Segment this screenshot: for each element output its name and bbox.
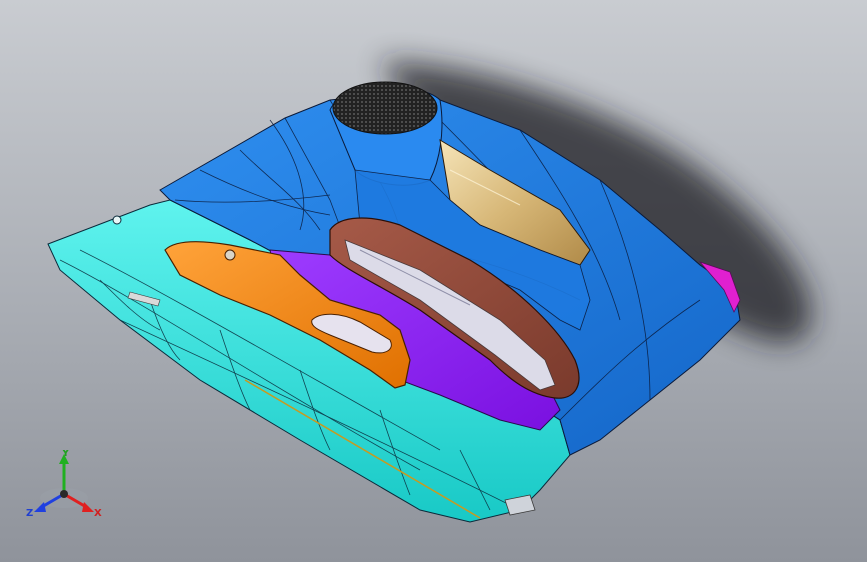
3d-viewport[interactable]: Y X Z (0, 0, 867, 562)
x-axis-label: X (94, 508, 102, 519)
cad-model-view[interactable] (0, 0, 867, 562)
y-axis-label: Y (61, 450, 70, 459)
orientation-triad[interactable]: Y X Z (26, 450, 106, 524)
fastener-hole (224, 249, 236, 261)
z-axis-label: Z (26, 508, 33, 519)
speaker-grille (332, 81, 438, 135)
clip-hole (112, 215, 122, 225)
